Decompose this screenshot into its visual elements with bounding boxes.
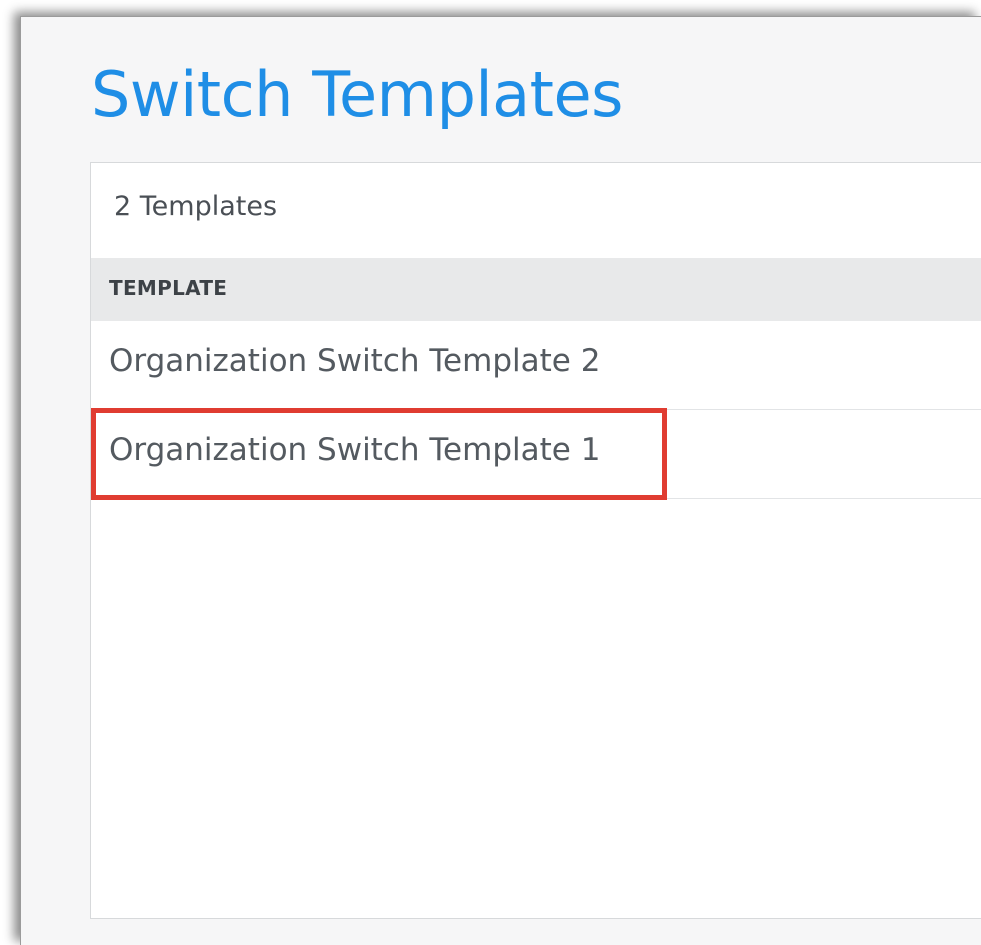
column-header-template[interactable]: TEMPLATE [109, 276, 227, 300]
app-window: Switch Templates 2 Templates TEMPLATE Or… [20, 16, 981, 945]
template-name[interactable]: Organization Switch Template 1 [109, 432, 600, 468]
table-header: TEMPLATE [91, 258, 981, 321]
template-name[interactable]: Organization Switch Template 2 [109, 343, 600, 379]
templates-panel: 2 Templates TEMPLATE Organization Switch… [90, 162, 981, 919]
table-row-template-1[interactable]: Organization Switch Template 1 [91, 410, 981, 499]
page-title: Switch Templates [91, 58, 623, 131]
table-row-template-2[interactable]: Organization Switch Template 2 [91, 321, 981, 410]
templates-count: 2 Templates [114, 191, 278, 222]
